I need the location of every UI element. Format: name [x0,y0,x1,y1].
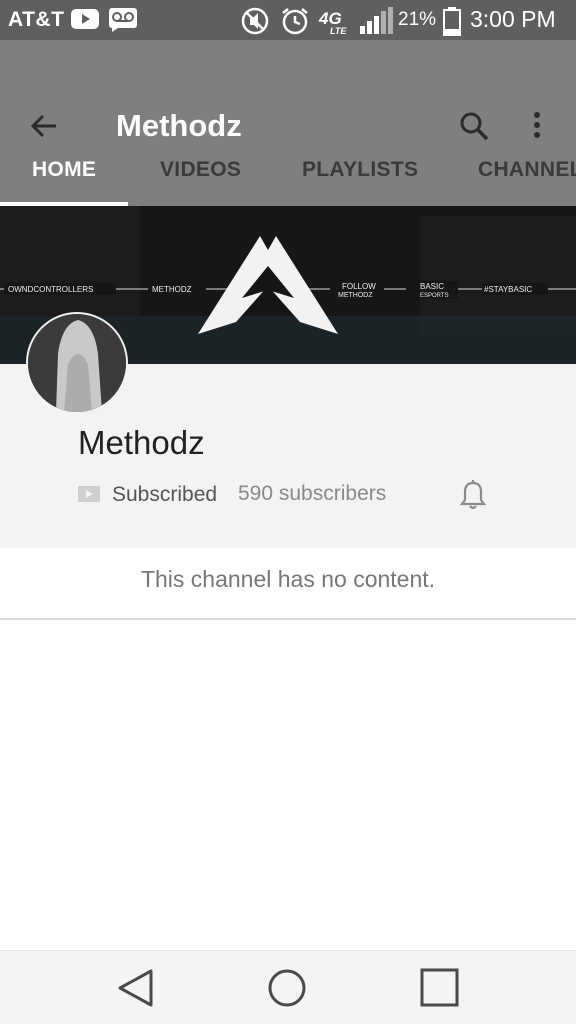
mute-icon [240,6,270,41]
battery-percent: 21% [398,9,437,30]
tab-videos[interactable]: VIDEOS [160,140,241,206]
tab-bar: HOME VIDEOS PLAYLISTS CHANNEL [0,140,576,206]
nav-recents-icon[interactable] [419,967,461,1009]
tab-playlists[interactable]: PLAYLISTS [302,140,418,206]
clock: 3:00 PM [470,6,556,32]
status-bar: AT&T 4G LTE 21% 3:00 PM [0,0,576,40]
alarm-icon [280,6,310,41]
subscriber-count: 590 subscribers [238,482,387,505]
tab-channels[interactable]: CHANNEL [478,140,576,206]
signal-icon [358,6,394,41]
more-vert-icon[interactable] [526,108,548,144]
battery-icon [442,6,462,41]
banner-text-methodz: METHODZ [152,285,192,294]
arrow-back-icon[interactable] [26,108,62,144]
4g-lte-icon: 4G LTE [318,6,352,41]
banner-text-basic: BASIC [420,282,444,291]
notification-bell-icon[interactable] [456,478,490,512]
search-icon[interactable] [456,108,492,144]
banner-text-follow: FOLLOW [342,282,376,291]
system-nav-bar [0,950,576,1024]
channel-name: Methodz [78,424,205,461]
carrier-label: AT&T [8,8,65,31]
empty-channel-message: This channel has no content. [0,548,576,620]
banner-text-staybasic: #STAYBASIC [484,285,532,294]
nav-back-icon[interactable] [115,967,157,1009]
youtube-play-icon [78,486,100,502]
banner-text-controllers: OWNDCONTROLLERS [8,285,93,294]
nav-home-icon[interactable] [266,967,308,1009]
svg-text:LTE: LTE [330,26,347,36]
voicemail-icon [108,6,138,37]
youtube-icon [70,6,100,37]
page-title: Methodz [116,108,242,143]
banner-text-esports: ESPORTS [420,293,449,299]
avatar[interactable] [26,312,128,414]
tab-home[interactable]: HOME [32,140,96,206]
banner-text-follow-methodz: METHODZ [338,292,373,299]
subscribed-button[interactable]: Subscribed [112,483,217,507]
